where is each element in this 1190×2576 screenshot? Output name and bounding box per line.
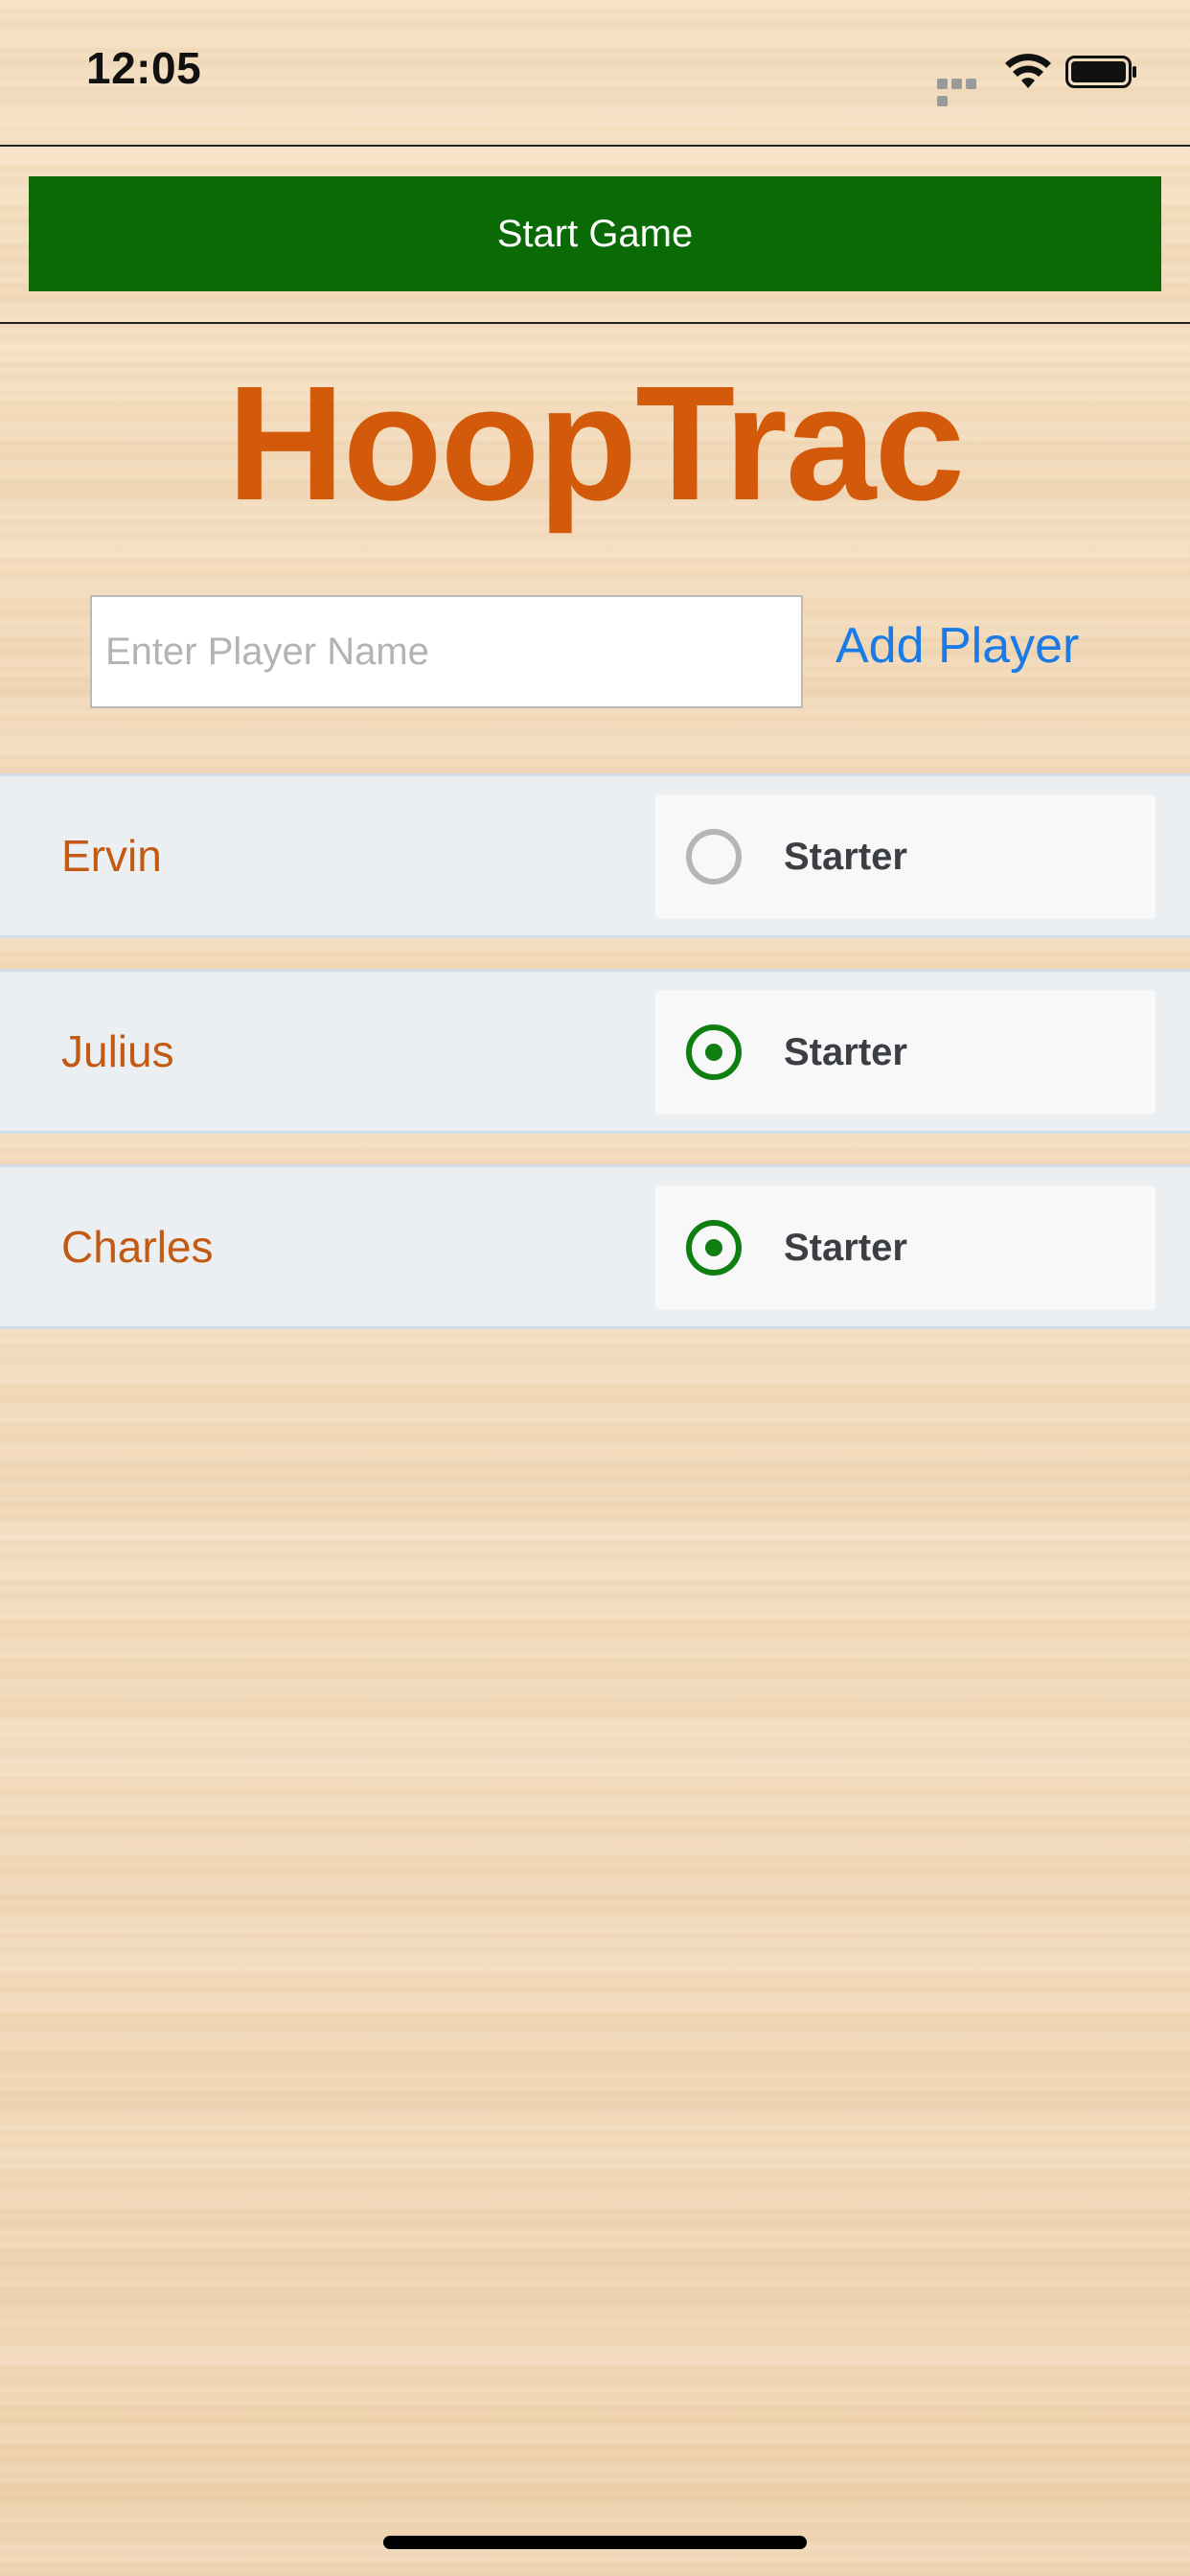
home-indicator[interactable] (383, 2536, 807, 2549)
add-player-button[interactable]: Add Player (835, 608, 1079, 684)
toolbar-top-divider (0, 145, 1190, 147)
toolbar-bottom-divider (0, 322, 1190, 324)
start-game-button[interactable]: Start Game (29, 176, 1161, 291)
starter-label: Starter (784, 1030, 907, 1073)
player-name-input[interactable] (90, 595, 803, 708)
starter-toggle[interactable]: Starter (655, 990, 1156, 1115)
wifi-icon (1005, 54, 1051, 88)
player-row: Ervin Starter (0, 773, 1190, 938)
radio-selected-icon (686, 1220, 742, 1276)
player-row: Julius Starter (0, 969, 1190, 1134)
starter-label: Starter (784, 835, 907, 878)
starter-toggle[interactable]: Starter (655, 1185, 1156, 1310)
player-name: Ervin (61, 831, 162, 881)
player-name: Charles (61, 1222, 214, 1272)
radio-selected-icon (686, 1024, 742, 1080)
status-bar: 12:05 (0, 0, 1190, 144)
cellular-signal-icon (937, 77, 993, 106)
starter-label: Starter (784, 1226, 907, 1269)
battery-icon (1065, 56, 1136, 88)
app-title: HoopTrac (226, 353, 965, 535)
player-row: Charles Starter (0, 1164, 1190, 1329)
status-time: 12:05 (86, 43, 202, 93)
radio-unselected-icon (686, 829, 742, 885)
starter-toggle[interactable]: Starter (655, 794, 1156, 919)
player-name: Julius (61, 1026, 174, 1076)
